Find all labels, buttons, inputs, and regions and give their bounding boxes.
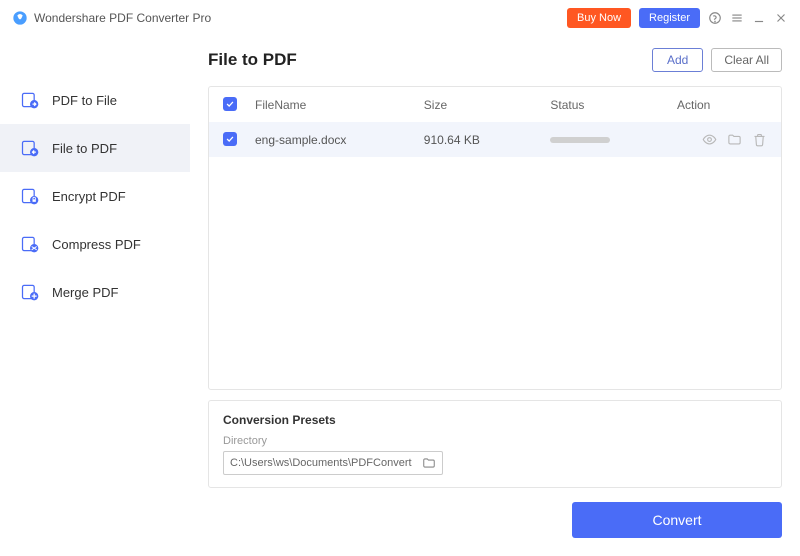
sidebar-item-label: File to PDF	[52, 141, 117, 156]
directory-row: C:\Users\ws\Documents\PDFConvert	[223, 451, 767, 475]
close-icon[interactable]	[774, 11, 788, 25]
browse-folder-icon[interactable]	[422, 456, 436, 470]
directory-value: C:\Users\ws\Documents\PDFConvert	[230, 457, 415, 469]
table-row[interactable]: eng-sample.docx 910.64 KB	[209, 122, 781, 157]
sidebar-item-pdf-to-file[interactable]: PDF to File	[0, 76, 190, 124]
help-icon[interactable]	[708, 11, 722, 25]
compress-pdf-icon	[20, 234, 40, 254]
col-status-header: Status	[550, 98, 677, 112]
convert-button[interactable]: Convert	[572, 502, 782, 538]
file-table: FileName Size Status Action eng-sample.d…	[208, 86, 782, 390]
open-folder-icon[interactable]	[727, 132, 742, 147]
row-actions	[677, 132, 767, 147]
sidebar-item-label: Encrypt PDF	[52, 189, 126, 204]
header-actions: Add Clear All	[652, 48, 782, 72]
col-filename-header: FileName	[255, 98, 424, 112]
sidebar-item-label: Compress PDF	[52, 237, 141, 252]
row-size: 910.64 KB	[424, 133, 551, 147]
col-size-header: Size	[424, 98, 551, 112]
page-title: File to PDF	[208, 50, 297, 70]
content-header: File to PDF Add Clear All	[208, 36, 782, 86]
minimize-icon[interactable]	[752, 11, 766, 25]
file-to-pdf-icon	[20, 138, 40, 158]
merge-pdf-icon	[20, 282, 40, 302]
select-all-checkbox[interactable]	[223, 97, 237, 111]
content: File to PDF Add Clear All FileName Size …	[190, 36, 800, 556]
titlebar-left: Wondershare PDF Converter Pro	[12, 10, 211, 26]
col-check	[223, 97, 255, 112]
menu-icon[interactable]	[730, 11, 744, 25]
pdf-to-file-icon	[20, 90, 40, 110]
titlebar-right: Buy Now Register	[567, 8, 788, 28]
delete-icon[interactable]	[752, 132, 767, 147]
sidebar-item-merge-pdf[interactable]: Merge PDF	[0, 268, 190, 316]
col-action-header: Action	[677, 98, 767, 112]
conversion-presets: Conversion Presets Directory C:\Users\ws…	[208, 400, 782, 488]
main: PDF to File File to PDF Encrypt PDF Comp…	[0, 36, 800, 556]
directory-label: Directory	[223, 435, 767, 447]
row-check	[223, 132, 255, 147]
sidebar: PDF to File File to PDF Encrypt PDF Comp…	[0, 36, 190, 556]
row-checkbox[interactable]	[223, 132, 237, 146]
sidebar-item-file-to-pdf[interactable]: File to PDF	[0, 124, 190, 172]
sidebar-item-label: Merge PDF	[52, 285, 118, 300]
encrypt-pdf-icon	[20, 186, 40, 206]
row-status	[550, 137, 677, 143]
progress-bar	[550, 137, 610, 143]
app-logo-icon	[12, 10, 28, 26]
presets-title: Conversion Presets	[223, 413, 767, 427]
titlebar: Wondershare PDF Converter Pro Buy Now Re…	[0, 0, 800, 36]
table-header: FileName Size Status Action	[209, 87, 781, 122]
add-button[interactable]: Add	[652, 48, 703, 72]
sidebar-item-label: PDF to File	[52, 93, 117, 108]
register-button[interactable]: Register	[639, 8, 700, 28]
buy-now-button[interactable]: Buy Now	[567, 8, 631, 28]
directory-input[interactable]: C:\Users\ws\Documents\PDFConvert	[223, 451, 443, 475]
row-filename: eng-sample.docx	[255, 133, 424, 147]
sidebar-item-compress-pdf[interactable]: Compress PDF	[0, 220, 190, 268]
preview-icon[interactable]	[702, 132, 717, 147]
convert-row: Convert	[208, 502, 782, 538]
sidebar-item-encrypt-pdf[interactable]: Encrypt PDF	[0, 172, 190, 220]
app-title: Wondershare PDF Converter Pro	[34, 11, 211, 25]
clear-all-button[interactable]: Clear All	[711, 48, 782, 72]
